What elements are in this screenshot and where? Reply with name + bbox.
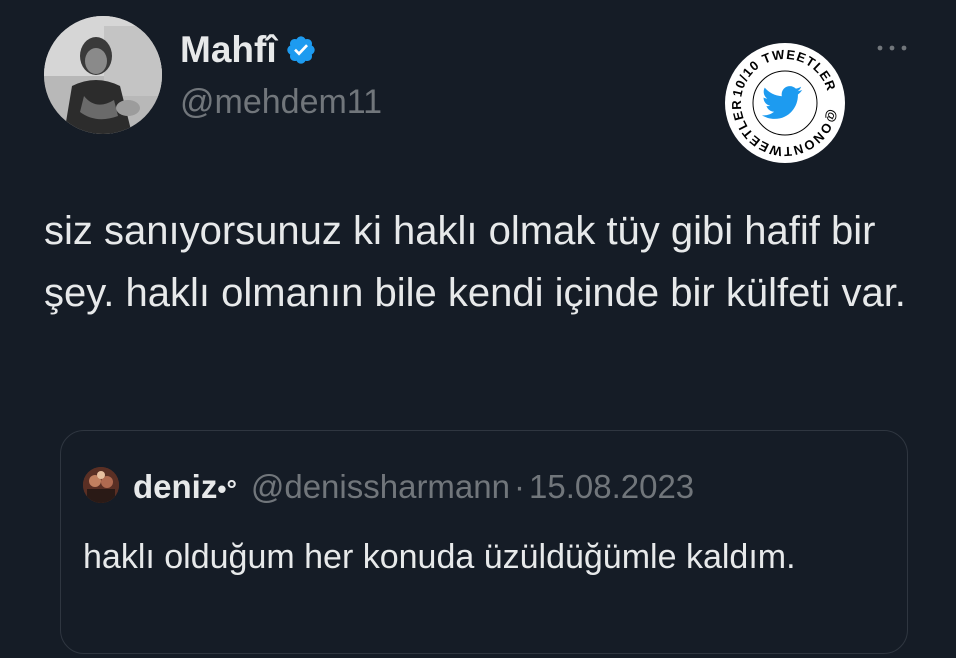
tweet-card[interactable]: Mahfî @mehdem11 10/10 TWEETLER @ONONTWEE…	[0, 0, 956, 658]
author-handle[interactable]: @mehdem11	[180, 80, 382, 124]
author-name-row: Mahfî	[180, 28, 317, 72]
quote-author-name-suffix: •°	[217, 474, 237, 504]
quote-text: haklı olduğum her konuda üzüldüğümle kal…	[83, 538, 796, 576]
quote-author-handle[interactable]: @denissharmann	[251, 465, 510, 509]
quote-header: deniz •° @denissharmann · 15.08.2023	[133, 465, 694, 511]
tweet-text: siz sanıyorsunuz ki haklı olmak tüy gibi…	[44, 209, 906, 315]
quote-author-name[interactable]: deniz	[133, 465, 217, 509]
quote-separator: ·	[513, 468, 525, 505]
watermark-stamp: 10/10 TWEETLER @ONONTWEETLER	[722, 40, 848, 166]
verified-badge-icon	[285, 34, 317, 66]
quote-date[interactable]: 15.08.2023	[529, 465, 694, 509]
author-avatar[interactable]	[44, 16, 162, 134]
more-horizontal-icon[interactable]	[874, 40, 910, 56]
quote-author-avatar[interactable]	[83, 467, 119, 503]
quoted-tweet[interactable]: deniz •° @denissharmann · 15.08.2023 hak…	[60, 430, 908, 654]
author-name[interactable]: Mahfî	[180, 28, 277, 72]
